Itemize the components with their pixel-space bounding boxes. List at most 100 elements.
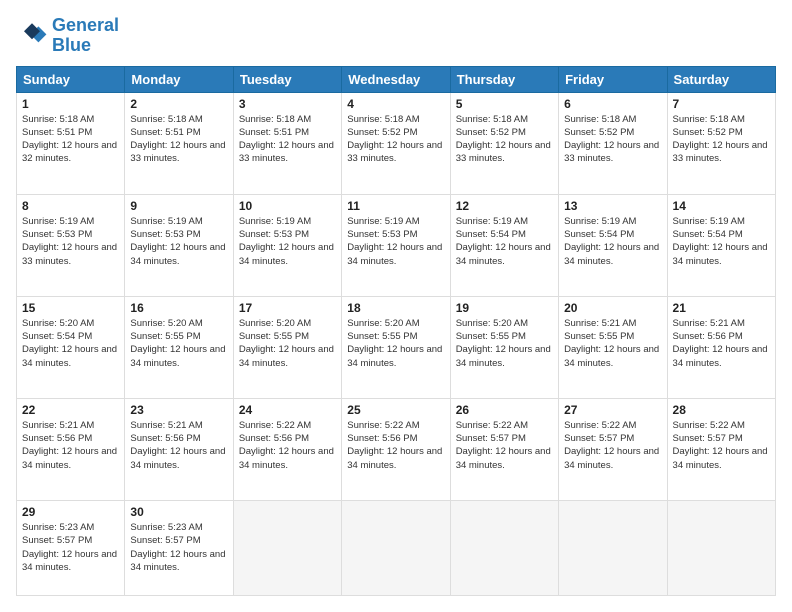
day-info: Sunrise: 5:22 AM Sunset: 5:56 PM Dayligh…	[347, 419, 444, 472]
day-cell-26: 26 Sunrise: 5:22 AM Sunset: 5:57 PM Dayl…	[450, 398, 558, 500]
day-info: Sunrise: 5:22 AM Sunset: 5:56 PM Dayligh…	[239, 419, 336, 472]
daylight: Daylight: 12 hours and 33 minutes.	[347, 139, 444, 166]
daylight: Daylight: 12 hours and 34 minutes.	[130, 241, 227, 268]
day-info: Sunrise: 5:23 AM Sunset: 5:57 PM Dayligh…	[130, 521, 227, 574]
day-info: Sunrise: 5:18 AM Sunset: 5:51 PM Dayligh…	[22, 113, 119, 166]
day-number: 24	[239, 403, 336, 417]
day-cell-2: 2 Sunrise: 5:18 AM Sunset: 5:51 PM Dayli…	[125, 92, 233, 194]
day-info: Sunrise: 5:22 AM Sunset: 5:57 PM Dayligh…	[564, 419, 661, 472]
day-number: 25	[347, 403, 444, 417]
sunset: Sunset: 5:57 PM	[130, 534, 227, 547]
sunrise: Sunrise: 5:22 AM	[347, 419, 444, 432]
day-number: 13	[564, 199, 661, 213]
day-number: 2	[130, 97, 227, 111]
daylight: Daylight: 12 hours and 34 minutes.	[22, 548, 119, 575]
day-number: 17	[239, 301, 336, 315]
sunset: Sunset: 5:52 PM	[347, 126, 444, 139]
sunrise: Sunrise: 5:22 AM	[564, 419, 661, 432]
day-cell-11: 11 Sunrise: 5:19 AM Sunset: 5:53 PM Dayl…	[342, 194, 450, 296]
sunset: Sunset: 5:56 PM	[22, 432, 119, 445]
day-info: Sunrise: 5:21 AM Sunset: 5:55 PM Dayligh…	[564, 317, 661, 370]
sunset: Sunset: 5:57 PM	[564, 432, 661, 445]
daylight: Daylight: 12 hours and 33 minutes.	[564, 139, 661, 166]
sunrise: Sunrise: 5:18 AM	[673, 113, 770, 126]
daylight: Daylight: 12 hours and 34 minutes.	[22, 445, 119, 472]
day-cell-21: 21 Sunrise: 5:21 AM Sunset: 5:56 PM Dayl…	[667, 296, 775, 398]
day-info: Sunrise: 5:18 AM Sunset: 5:52 PM Dayligh…	[456, 113, 553, 166]
day-number: 16	[130, 301, 227, 315]
daylight: Daylight: 12 hours and 34 minutes.	[130, 343, 227, 370]
empty-cell	[559, 500, 667, 595]
sunset: Sunset: 5:53 PM	[22, 228, 119, 241]
day-info: Sunrise: 5:18 AM Sunset: 5:52 PM Dayligh…	[564, 113, 661, 166]
calendar-header-monday: Monday	[125, 66, 233, 92]
daylight: Daylight: 12 hours and 33 minutes.	[673, 139, 770, 166]
day-number: 29	[22, 505, 119, 519]
calendar-header-tuesday: Tuesday	[233, 66, 341, 92]
day-cell-19: 19 Sunrise: 5:20 AM Sunset: 5:55 PM Dayl…	[450, 296, 558, 398]
day-cell-13: 13 Sunrise: 5:19 AM Sunset: 5:54 PM Dayl…	[559, 194, 667, 296]
day-info: Sunrise: 5:21 AM Sunset: 5:56 PM Dayligh…	[22, 419, 119, 472]
day-cell-8: 8 Sunrise: 5:19 AM Sunset: 5:53 PM Dayli…	[17, 194, 125, 296]
sunrise: Sunrise: 5:23 AM	[130, 521, 227, 534]
day-info: Sunrise: 5:22 AM Sunset: 5:57 PM Dayligh…	[673, 419, 770, 472]
day-info: Sunrise: 5:20 AM Sunset: 5:55 PM Dayligh…	[239, 317, 336, 370]
day-info: Sunrise: 5:19 AM Sunset: 5:54 PM Dayligh…	[456, 215, 553, 268]
sunrise: Sunrise: 5:19 AM	[673, 215, 770, 228]
empty-cell	[450, 500, 558, 595]
daylight: Daylight: 12 hours and 34 minutes.	[130, 548, 227, 575]
day-cell-30: 30 Sunrise: 5:23 AM Sunset: 5:57 PM Dayl…	[125, 500, 233, 595]
day-cell-29: 29 Sunrise: 5:23 AM Sunset: 5:57 PM Dayl…	[17, 500, 125, 595]
sunrise: Sunrise: 5:19 AM	[564, 215, 661, 228]
day-info: Sunrise: 5:21 AM Sunset: 5:56 PM Dayligh…	[130, 419, 227, 472]
calendar-week-1: 1 Sunrise: 5:18 AM Sunset: 5:51 PM Dayli…	[17, 92, 776, 194]
day-number: 28	[673, 403, 770, 417]
logo: General Blue	[16, 16, 119, 56]
sunset: Sunset: 5:56 PM	[130, 432, 227, 445]
day-cell-10: 10 Sunrise: 5:19 AM Sunset: 5:53 PM Dayl…	[233, 194, 341, 296]
sunrise: Sunrise: 5:18 AM	[564, 113, 661, 126]
header: General Blue	[16, 16, 776, 56]
day-cell-16: 16 Sunrise: 5:20 AM Sunset: 5:55 PM Dayl…	[125, 296, 233, 398]
day-number: 7	[673, 97, 770, 111]
day-number: 11	[347, 199, 444, 213]
day-cell-24: 24 Sunrise: 5:22 AM Sunset: 5:56 PM Dayl…	[233, 398, 341, 500]
daylight: Daylight: 12 hours and 34 minutes.	[239, 343, 336, 370]
daylight: Daylight: 12 hours and 34 minutes.	[673, 241, 770, 268]
day-info: Sunrise: 5:18 AM Sunset: 5:51 PM Dayligh…	[239, 113, 336, 166]
sunrise: Sunrise: 5:18 AM	[347, 113, 444, 126]
sunset: Sunset: 5:54 PM	[456, 228, 553, 241]
day-cell-23: 23 Sunrise: 5:21 AM Sunset: 5:56 PM Dayl…	[125, 398, 233, 500]
day-info: Sunrise: 5:20 AM Sunset: 5:54 PM Dayligh…	[22, 317, 119, 370]
day-cell-5: 5 Sunrise: 5:18 AM Sunset: 5:52 PM Dayli…	[450, 92, 558, 194]
day-number: 6	[564, 97, 661, 111]
daylight: Daylight: 12 hours and 33 minutes.	[22, 241, 119, 268]
sunrise: Sunrise: 5:19 AM	[347, 215, 444, 228]
day-cell-12: 12 Sunrise: 5:19 AM Sunset: 5:54 PM Dayl…	[450, 194, 558, 296]
sunrise: Sunrise: 5:19 AM	[456, 215, 553, 228]
day-number: 22	[22, 403, 119, 417]
day-info: Sunrise: 5:18 AM Sunset: 5:52 PM Dayligh…	[673, 113, 770, 166]
daylight: Daylight: 12 hours and 34 minutes.	[564, 445, 661, 472]
daylight: Daylight: 12 hours and 34 minutes.	[22, 343, 119, 370]
empty-cell	[233, 500, 341, 595]
sunset: Sunset: 5:54 PM	[564, 228, 661, 241]
sunset: Sunset: 5:56 PM	[239, 432, 336, 445]
day-number: 21	[673, 301, 770, 315]
daylight: Daylight: 12 hours and 34 minutes.	[347, 343, 444, 370]
sunset: Sunset: 5:52 PM	[456, 126, 553, 139]
daylight: Daylight: 12 hours and 34 minutes.	[239, 241, 336, 268]
daylight: Daylight: 12 hours and 32 minutes.	[22, 139, 119, 166]
day-number: 8	[22, 199, 119, 213]
sunset: Sunset: 5:54 PM	[22, 330, 119, 343]
daylight: Daylight: 12 hours and 34 minutes.	[564, 343, 661, 370]
day-number: 20	[564, 301, 661, 315]
calendar-header-saturday: Saturday	[667, 66, 775, 92]
day-info: Sunrise: 5:19 AM Sunset: 5:53 PM Dayligh…	[239, 215, 336, 268]
daylight: Daylight: 12 hours and 34 minutes.	[673, 445, 770, 472]
daylight: Daylight: 12 hours and 34 minutes.	[456, 241, 553, 268]
day-info: Sunrise: 5:18 AM Sunset: 5:52 PM Dayligh…	[347, 113, 444, 166]
sunset: Sunset: 5:51 PM	[22, 126, 119, 139]
calendar-week-4: 22 Sunrise: 5:21 AM Sunset: 5:56 PM Dayl…	[17, 398, 776, 500]
sunset: Sunset: 5:56 PM	[347, 432, 444, 445]
